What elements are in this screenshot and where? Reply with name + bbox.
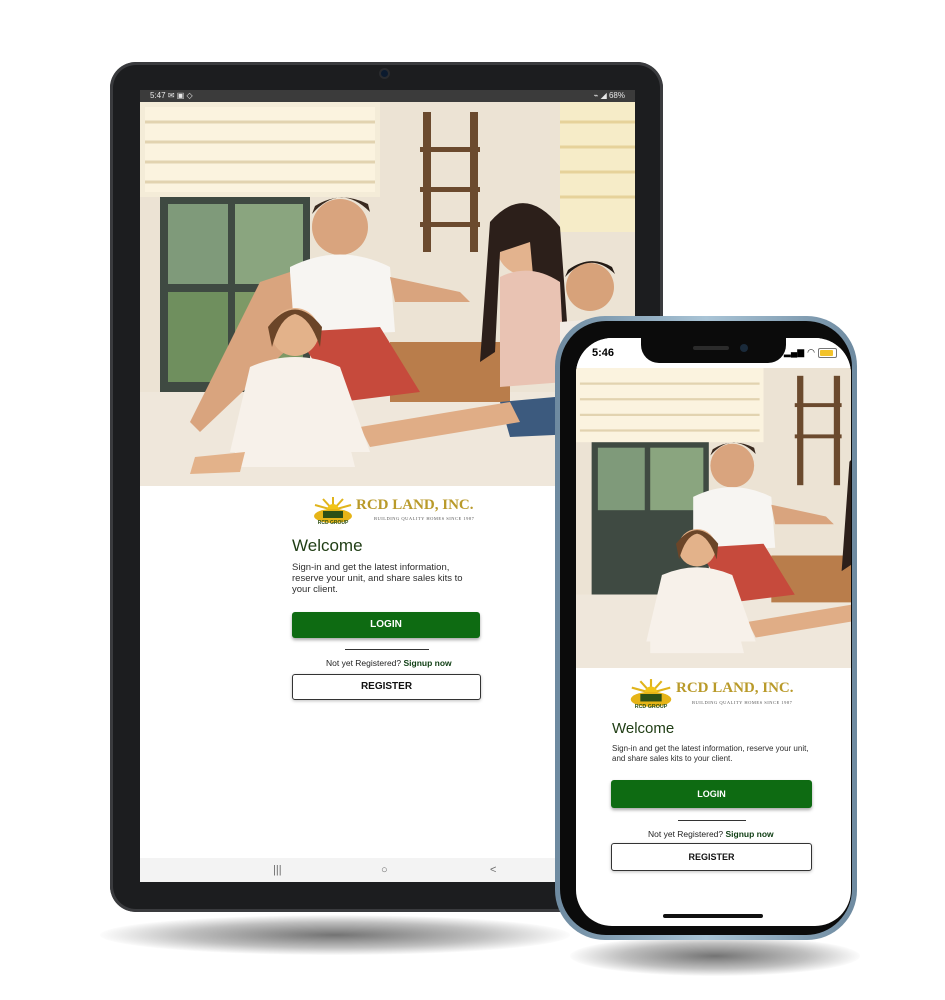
home-nav-icon[interactable]: ○ [381, 862, 388, 878]
family-photo-illustration [576, 368, 851, 668]
wifi-icon: ◠ [807, 347, 815, 357]
phone-home-indicator[interactable] [663, 914, 763, 918]
phone-device: 5:46 ▂▄▆ ◠ RCD GROUP RCD LAND, INC. BUIL… [555, 316, 857, 940]
tablet-signup-line: Not yet Registered? Signup now [326, 658, 452, 668]
phone-divider [678, 820, 746, 821]
tablet-status-left-icons: ✉ ▣ ◇ [167, 91, 193, 100]
rcd-sun-logo-icon: RCD GROUP [314, 497, 352, 526]
phone-hero-photo [576, 368, 851, 668]
tablet-signup-prompt: Not yet Registered? [326, 658, 402, 668]
tablet-divider [345, 649, 429, 650]
tablet-status-bar: 5:47 ✉ ▣ ◇ ⌁ ◢ 68% [140, 90, 635, 102]
tablet-welcome-description: Sign-in and get the latest information, … [292, 562, 463, 595]
tablet-register-button[interactable]: REGISTER [292, 674, 481, 700]
cellular-signal-icon: ▂▄▆ [783, 347, 805, 357]
tablet-camera [381, 70, 388, 77]
logo-group-text: RCD GROUP [635, 704, 668, 710]
phone-screen: 5:46 ▂▄▆ ◠ RCD GROUP RCD LAND, INC. BUIL… [576, 338, 851, 926]
tablet-shadow [100, 915, 570, 955]
phone-welcome-description: Sign-in and get the latest information, … [612, 744, 809, 763]
phone-welcome-heading: Welcome [612, 720, 675, 737]
phone-signup-line: Not yet Registered? Signup now [648, 829, 774, 839]
phone-notch [641, 338, 786, 363]
logo-tagline: BUILDING QUALITY HOMES SINCE 1987 [374, 516, 475, 521]
logo-tagline: BUILDING QUALITY HOMES SINCE 1987 [692, 700, 793, 705]
rcd-sun-logo-icon: RCD GROUP [630, 679, 672, 710]
phone-register-button[interactable]: REGISTER [611, 843, 812, 871]
phone-shadow [570, 936, 860, 976]
phone-signup-link[interactable]: Signup now [726, 829, 774, 839]
battery-icon [818, 347, 837, 358]
tablet-status-right-icons: ⌁ ◢ 68% [593, 91, 625, 100]
logo-company-name: RCD LAND, INC. [356, 497, 474, 513]
logo-group-text: RCD GROUP [318, 520, 349, 526]
phone-login-button[interactable]: LOGIN [611, 780, 812, 808]
phone-camera [740, 344, 748, 352]
tablet-status-time: 5:47 [150, 91, 166, 100]
tablet-rcd-logo: RCD GROUP RCD LAND, INC. BUILDING QUALIT… [310, 494, 474, 530]
phone-rcd-logo: RCD GROUP RCD LAND, INC. BUILDING QUALIT… [626, 676, 806, 716]
tablet-login-button[interactable]: LOGIN [292, 612, 480, 638]
tablet-welcome-heading: Welcome [292, 536, 363, 555]
logo-company-name: RCD LAND, INC. [676, 680, 794, 696]
phone-status-time: 5:46 [592, 347, 615, 359]
back-nav-icon[interactable]: < [490, 862, 496, 878]
phone-signup-prompt: Not yet Registered? [648, 829, 724, 839]
tablet-signup-link[interactable]: Signup now [404, 658, 452, 668]
recents-nav-icon[interactable]: ||| [273, 862, 282, 878]
